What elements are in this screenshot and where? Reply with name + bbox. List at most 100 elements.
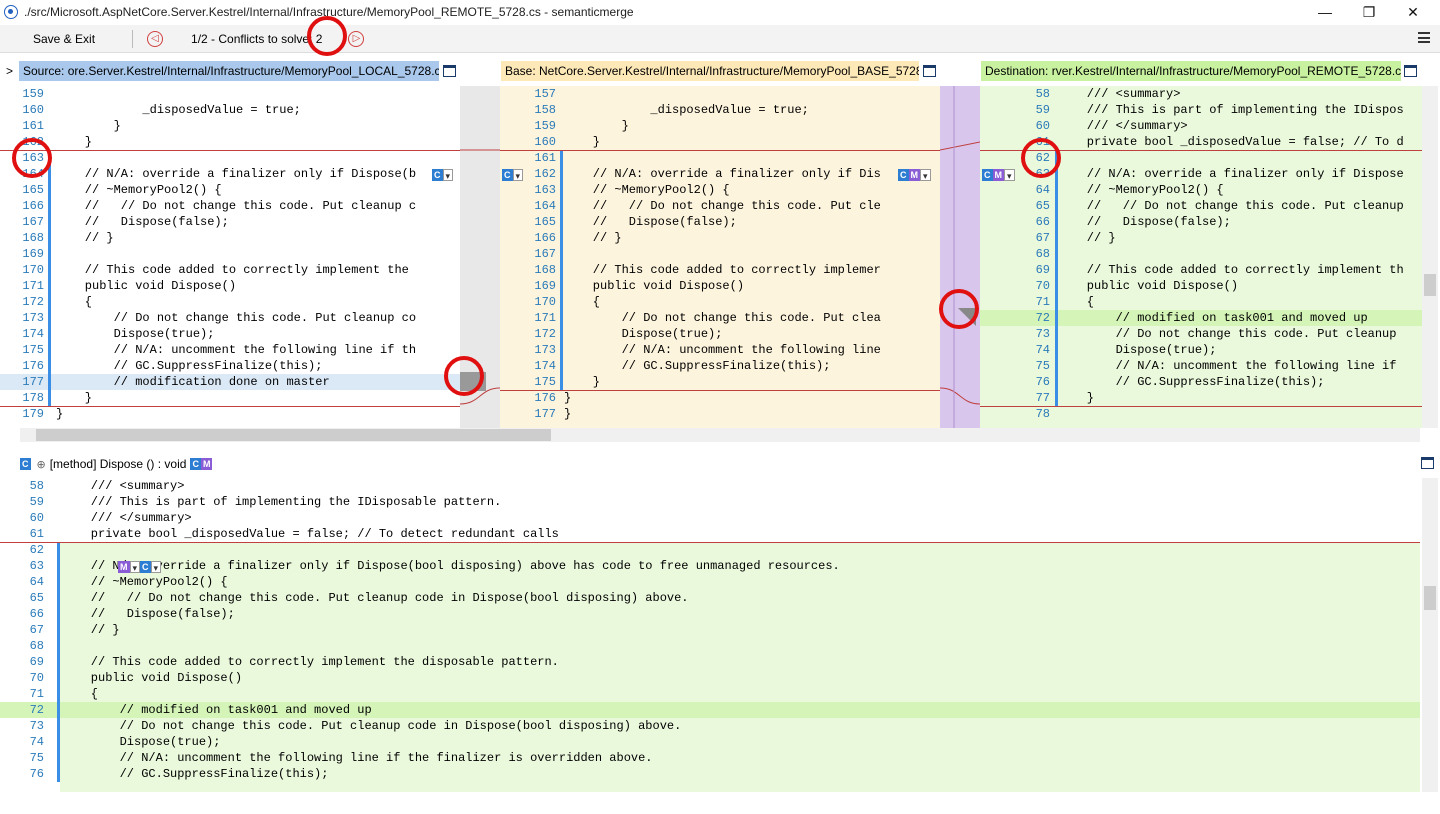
previous-conflict-button[interactable]: ◁ <box>147 30 164 47</box>
code-line[interactable]: 170 // This code added to correctly impl… <box>0 262 460 278</box>
conflict-tag-c[interactable]: C <box>898 168 909 181</box>
code-line[interactable]: 68 <box>0 638 1420 654</box>
code-line[interactable]: 76 // GC.SuppressFinalize(this); <box>0 766 1420 782</box>
code-line[interactable]: 71 { <box>980 294 1422 310</box>
code-line[interactable]: 58 /// <summary> <box>980 86 1422 102</box>
code-line[interactable]: 161 <box>500 150 940 166</box>
code-line[interactable]: 70 public void Dispose() <box>0 670 1420 686</box>
code-line[interactable]: 64 // ~MemoryPool2() { <box>980 182 1422 198</box>
code-line[interactable]: 165 // ~MemoryPool2() { <box>0 182 460 198</box>
code-line[interactable]: 175 } <box>500 374 940 390</box>
base-code-pane[interactable]: 157 158 _disposedValue = true; 159 } 160 } 1… <box>500 86 940 428</box>
destination-maximize-icon[interactable] <box>1404 65 1417 77</box>
code-line[interactable]: 69 // This code added to correctly imple… <box>0 654 1420 670</box>
code-line[interactable]: 69 // This code added to correctly imple… <box>980 262 1422 278</box>
code-line[interactable]: 177} <box>500 406 940 422</box>
conflict-tag-dd[interactable]: ▾ <box>512 168 524 181</box>
conflict-tag-c[interactable]: C <box>502 168 513 181</box>
conflict-tag-dd[interactable]: ▾ <box>1004 168 1015 181</box>
code-line[interactable]: 72 // modified on task001 and moved up <box>980 310 1422 326</box>
code-line[interactable]: 63 // N/A: override a finalizer only if … <box>0 558 1420 574</box>
conflict-tag-dd[interactable]: ▾ <box>150 560 162 573</box>
code-line[interactable]: 73 // Do not change this code. Put clean… <box>0 718 1420 734</box>
code-line[interactable]: 159 } <box>500 118 940 134</box>
code-line[interactable]: 168 // This code added to correctly impl… <box>500 262 940 278</box>
code-line[interactable]: 73 // Do not change this code. Put clean… <box>980 326 1422 342</box>
conflict-tag-group[interactable]: C M ▾ <box>898 168 931 182</box>
conflict-tag-m[interactable]: M <box>992 168 1004 181</box>
code-line[interactable]: 166 // // Do not change this code. Put c… <box>0 198 460 214</box>
code-line[interactable]: 59 /// This is part of implementing the … <box>980 102 1422 118</box>
code-line[interactable]: 173 // N/A: uncomment the following line <box>500 342 940 358</box>
code-line[interactable]: 59 /// This is part of implementing the … <box>0 494 1420 510</box>
restore-button[interactable]: ❐ <box>1346 0 1392 24</box>
conflict-tag-dd[interactable]: ▾ <box>920 168 931 181</box>
conflict-tag-c[interactable]: C <box>432 168 443 181</box>
code-line[interactable]: 177 // modification done on master <box>0 374 460 390</box>
conflict-tag-group[interactable]: C ▾ <box>432 168 454 182</box>
code-line[interactable]: 68 <box>980 246 1422 262</box>
conflict-tag-m[interactable]: M <box>908 168 920 181</box>
code-line[interactable]: 74 Dispose(true); <box>0 734 1420 750</box>
destination-code-pane[interactable]: 58 /// <summary> 59 /// This is part of i… <box>980 86 1422 428</box>
code-line[interactable]: 174 // GC.SuppressFinalize(this); <box>500 358 940 374</box>
minimize-button[interactable]: — <box>1302 0 1348 24</box>
code-line[interactable]: 179} <box>0 406 460 422</box>
code-line[interactable]: 162 // N/A: override a finalizer only if… <box>500 166 940 182</box>
collapse-toggle[interactable]: > <box>6 64 13 78</box>
code-line[interactable]: 162 } <box>0 134 460 150</box>
code-line[interactable]: 176 // GC.SuppressFinalize(this); <box>0 358 460 374</box>
code-line[interactable]: 157 <box>500 86 940 102</box>
menu-icon[interactable] <box>1418 32 1430 43</box>
code-line[interactable]: 65 // // Do not change this code. Put cl… <box>980 198 1422 214</box>
code-line[interactable]: 67 // } <box>980 230 1422 246</box>
code-line[interactable]: 166 // } <box>500 230 940 246</box>
code-line[interactable]: 173 // Do not change this code. Put clea… <box>0 310 460 326</box>
code-line[interactable]: 158 _disposedValue = true; <box>500 102 940 118</box>
bottom-scroll-thumb[interactable] <box>1424 586 1436 610</box>
code-line[interactable]: 164 // N/A: override a finalizer only if… <box>0 166 460 182</box>
conflict-tag-group[interactable]: M ▾ C ▾ <box>118 560 162 574</box>
code-line[interactable]: 169 <box>0 246 460 262</box>
code-line[interactable]: 64 // ~MemoryPool2() { <box>0 574 1420 590</box>
code-line[interactable]: 74 Dispose(true); <box>980 342 1422 358</box>
code-line[interactable]: 172 { <box>0 294 460 310</box>
code-line[interactable]: 65 // // Do not change this code. Put cl… <box>0 590 1420 606</box>
code-line[interactable]: 62 <box>0 542 1420 558</box>
code-line[interactable]: 76 // GC.SuppressFinalize(this); <box>980 374 1422 390</box>
code-line[interactable]: 165 // Dispose(false); <box>500 214 940 230</box>
code-line[interactable]: 70 public void Dispose() <box>980 278 1422 294</box>
conflict-tag-dd[interactable]: ▾ <box>129 560 141 573</box>
code-line[interactable]: 160 } <box>500 134 940 150</box>
close-button[interactable]: ✕ <box>1390 0 1436 24</box>
code-line[interactable]: 163 <box>0 150 460 166</box>
code-line[interactable]: 72 // modified on task001 and moved up <box>0 702 1420 718</box>
code-line[interactable]: 172 Dispose(true); <box>500 326 940 342</box>
bottom-vertical-scrollbar[interactable] <box>1422 478 1438 792</box>
code-line[interactable]: 61 private bool _disposedValue = false; … <box>0 526 1420 542</box>
code-line[interactable]: 77 } <box>980 390 1422 406</box>
code-line[interactable]: 176} <box>500 390 940 406</box>
code-line[interactable]: 163 // ~MemoryPool2() { <box>500 182 940 198</box>
code-line[interactable]: 167 <box>500 246 940 262</box>
horizontal-scroll-thumb[interactable] <box>36 429 551 441</box>
conflict-tag-group[interactable]: C ▾ <box>502 168 524 182</box>
result-maximize-icon[interactable] <box>1421 457 1434 469</box>
save-exit-button[interactable]: Save & Exit <box>33 32 95 46</box>
top-scroll-thumb[interactable] <box>1424 274 1436 296</box>
code-line[interactable]: 78 <box>980 406 1422 422</box>
code-line[interactable]: 75 // N/A: uncomment the following line … <box>980 358 1422 374</box>
conflict-tag-dd[interactable]: ▾ <box>442 168 454 181</box>
code-line[interactable]: 167 // Dispose(false); <box>0 214 460 230</box>
code-line[interactable]: 66 // Dispose(false); <box>980 214 1422 230</box>
code-line[interactable]: 58 /// <summary> <box>0 478 1420 494</box>
conflict-tag-c[interactable]: C <box>140 560 151 573</box>
code-line[interactable]: 174 Dispose(true); <box>0 326 460 342</box>
code-line[interactable]: 170 { <box>500 294 940 310</box>
source-maximize-icon[interactable] <box>443 65 456 77</box>
conflict-tag-group[interactable]: C M ▾ <box>982 168 1015 182</box>
code-line[interactable]: 160 _disposedValue = true; <box>0 102 460 118</box>
conflict-tag-m[interactable]: M <box>118 560 130 573</box>
code-line[interactable]: 168 // } <box>0 230 460 246</box>
code-line[interactable]: 60 /// </summary> <box>0 510 1420 526</box>
